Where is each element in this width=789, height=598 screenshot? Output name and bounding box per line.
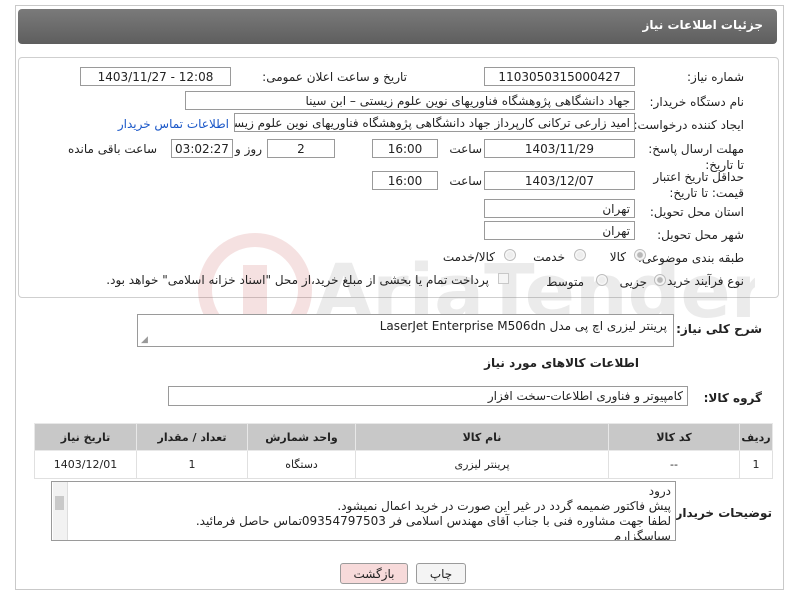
col-date: تاریخ نیاز: [34, 423, 137, 451]
province-field: تهران: [484, 199, 635, 218]
buyer-notes-label: توضیحات خریدار:: [670, 506, 772, 520]
validity-date-field: 1403/12/07: [484, 171, 635, 190]
header-bar: جزئیات اطلاعات نیاز: [18, 9, 777, 44]
goods-info-title: اطلاعات کالاهای مورد نیاز: [484, 356, 639, 370]
buyer-contact-link[interactable]: اطلاعات تماس خریدار: [118, 117, 229, 131]
category-option-goods: کالا: [609, 250, 626, 264]
remaining-time-field: 03:02:27: [171, 139, 233, 158]
cell-row: 1: [739, 450, 773, 479]
city-label: شهر محل تحویل:: [657, 228, 744, 242]
creator-label: ایجاد کننده درخواست:: [633, 118, 744, 132]
need-number-label: شماره نیاز:: [687, 70, 744, 84]
cell-qty: 1: [136, 450, 248, 479]
days-field: 2: [267, 139, 335, 158]
province-label: استان محل تحویل:: [649, 205, 744, 219]
table-row: 1 -- پرینتر لیزری دستگاه 1 1403/12/01: [34, 450, 773, 479]
process-radio-minor[interactable]: [654, 274, 666, 286]
goods-group-field: کامپیوتر و فناوری اطلاعات-سخت افزار: [168, 386, 688, 406]
notes-scrollbar[interactable]: [53, 482, 68, 540]
process-option-medium: متوسط: [546, 275, 584, 289]
description-field: پرینتر لیزری اچ پی مدل LaserJet Enterpri…: [137, 314, 674, 347]
page-title: جزئیات اطلاعات نیاز: [642, 18, 763, 32]
description-text: پرینتر لیزری اچ پی مدل LaserJet Enterpri…: [379, 319, 667, 333]
process-option-minor: جزیی: [619, 275, 647, 289]
note-line: پیش فاکتور ضمیمه گردد در غیر این صورت در…: [337, 499, 671, 513]
validity-time-field: 16:00: [372, 171, 438, 190]
description-label: شرح کلی نیاز:: [676, 322, 762, 336]
col-name: نام کالا: [355, 423, 609, 451]
buyer-notes-field: درود پیش فاکتور ضمیمه گردد در غیر این صو…: [51, 481, 676, 541]
print-button[interactable]: چاپ: [416, 563, 466, 584]
category-radio-service[interactable]: [574, 249, 586, 261]
category-radio-goods-service[interactable]: [504, 249, 516, 261]
reply-time-label: ساعت: [449, 142, 482, 156]
buyer-org-label: نام دستگاه خریدار:: [649, 95, 745, 109]
col-unit: واحد شمارش: [247, 423, 356, 451]
category-radio-goods[interactable]: [634, 249, 646, 261]
col-code: کد کالا: [608, 423, 740, 451]
col-row: ردیف: [739, 423, 773, 451]
announce-field: 1403/11/27 - 12:08: [80, 67, 231, 86]
reply-time-field: 16:00: [372, 139, 438, 158]
treasury-payment-checkbox[interactable]: [498, 273, 509, 284]
note-line: لطفا جهت مشاوره فنی با جناب آقای مهندس ا…: [195, 514, 671, 528]
category-option-service: خدمت: [533, 250, 565, 264]
cell-unit: دستگاه: [247, 450, 356, 479]
process-label: نوع فرآیند خرید :: [659, 274, 744, 288]
process-radio-medium[interactable]: [596, 274, 608, 286]
resize-grip-icon: ◢: [141, 335, 148, 345]
cell-date: 1403/12/01: [34, 450, 137, 479]
col-qty: تعداد / مقدار: [136, 423, 248, 451]
cell-name: پرینتر لیزری: [355, 450, 609, 479]
validity-time-label: ساعت: [449, 174, 482, 188]
city-field: تهران: [484, 221, 635, 240]
category-option-goods-service: کالا/خدمت: [442, 250, 495, 264]
note-line: درود: [648, 484, 671, 498]
validity-label: حداقل تاریخ اعتبار قیمت: تا تاریخ:: [653, 170, 744, 200]
days-label: روز و: [235, 142, 262, 156]
buyer-org-field: جهاد دانشگاهی پژوهشگاه فناوریهای نوین عل…: [185, 91, 635, 110]
reply-date-field: 1403/11/29: [484, 139, 635, 158]
creator-field: امید زارعی ترکانی کارپرداز جهاد دانشگاهی…: [234, 113, 635, 132]
need-number-field: 1103050315000427: [484, 67, 635, 86]
category-label: طبقه بندی موضوعی:: [637, 251, 744, 265]
remaining-label: ساعت باقی مانده: [67, 142, 157, 156]
note-line: سپاسگزارم: [613, 529, 671, 541]
scroll-thumb[interactable]: [55, 496, 64, 510]
announce-label: تاریخ و ساعت اعلان عمومی:: [262, 70, 407, 84]
treasury-payment-note: پرداخت تمام یا بخشی از مبلغ خرید،از محل …: [106, 273, 489, 287]
cell-code: --: [608, 450, 740, 479]
back-button[interactable]: بازگشت: [340, 563, 408, 584]
items-table: ردیف کد کالا نام کالا واحد شمارش تعداد /…: [34, 423, 773, 479]
goods-group-label: گروه کالا:: [703, 391, 762, 405]
